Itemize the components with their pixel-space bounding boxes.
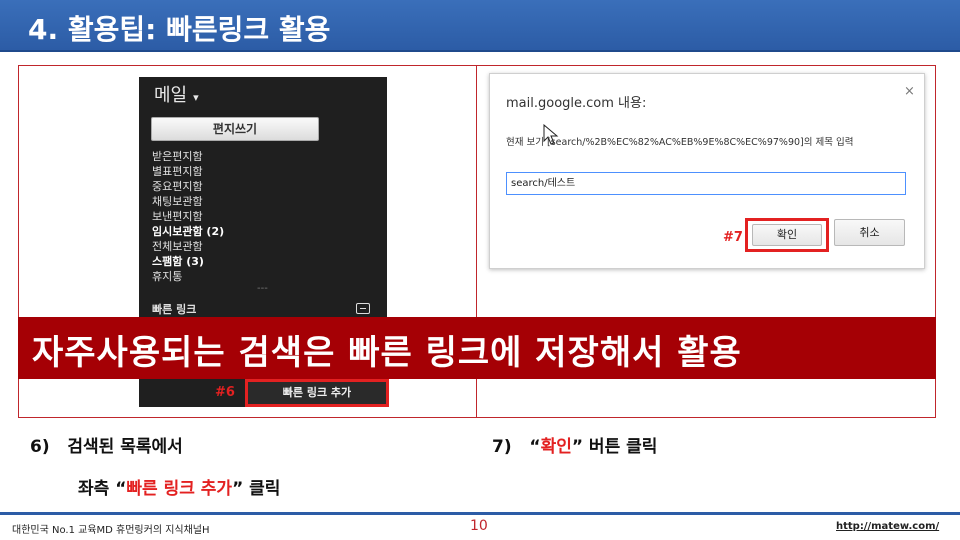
quick-links-label: 빠른 링크 bbox=[152, 303, 197, 316]
ok-button[interactable]: 확인 bbox=[752, 224, 822, 246]
folder-item[interactable]: 전체보관함 bbox=[152, 239, 224, 254]
folder-item[interactable]: 임시보관함 (2) bbox=[152, 224, 224, 239]
step6-suffix: ” 클릭 bbox=[232, 479, 281, 499]
chevron-down-icon: ▾ bbox=[193, 91, 199, 104]
title-input[interactable]: search/테스트 bbox=[506, 172, 906, 195]
add-quick-link-button[interactable]: 빠른 링크 추가 bbox=[245, 379, 389, 407]
collapse-icon[interactable] bbox=[356, 303, 370, 314]
folder-item[interactable]: 받은편지함 bbox=[152, 149, 224, 164]
close-icon[interactable]: × bbox=[904, 84, 915, 99]
step6-caption-line2: 좌측 “빠른 링크 추가” 클릭 bbox=[78, 474, 280, 499]
mail-label: 메일 bbox=[154, 85, 188, 106]
step7-caption: 7) “확인” 버튼 클릭 bbox=[492, 432, 657, 457]
slide-title: 4. 활용팁: 빠른링크 활용 bbox=[28, 13, 331, 46]
sidebar-separator: --- bbox=[257, 283, 268, 294]
mail-menu[interactable]: 메일 ▾ bbox=[154, 81, 199, 107]
folder-item[interactable]: 스팸함 (3) bbox=[152, 254, 224, 269]
step6-text: 검색된 목록에서 bbox=[67, 437, 183, 457]
banner-text: 자주사용되는 검색은 빠른 링크에 저장해서 활용 bbox=[32, 333, 742, 373]
step6-number: 6) bbox=[30, 437, 50, 457]
folder-item[interactable]: 보낸편지함 bbox=[152, 209, 224, 224]
banner: 자주사용되는 검색은 빠른 링크에 저장해서 활용 bbox=[18, 317, 936, 379]
step6-tag: #6 bbox=[215, 385, 235, 400]
footer-divider bbox=[0, 512, 960, 515]
confirm-dialog: mail.google.com 내용: × 현재 보기 [search/%2B%… bbox=[489, 73, 925, 269]
page-number: 10 bbox=[470, 518, 488, 534]
ok-button-highlight: 확인 bbox=[745, 218, 829, 252]
step6-caption-line1: 6) 검색된 목록에서 bbox=[30, 432, 183, 457]
folder-item[interactable]: 채팅보관함 bbox=[152, 194, 224, 209]
step6-prefix: 좌측 “ bbox=[78, 479, 127, 499]
step7-tag: #7 bbox=[723, 230, 743, 245]
folder-item[interactable]: 중요편지함 bbox=[152, 179, 224, 194]
cancel-button[interactable]: 취소 bbox=[834, 219, 905, 246]
step6-highlight: 빠른 링크 추가 bbox=[126, 479, 233, 499]
slide-title-bar: 4. 활용팁: 빠른링크 활용 bbox=[0, 0, 960, 52]
step7-prefix: “ bbox=[529, 437, 541, 457]
step7-suffix: ” 버튼 클릭 bbox=[571, 437, 658, 457]
folder-item[interactable]: 별표편지함 bbox=[152, 164, 224, 179]
step7-number: 7) bbox=[492, 437, 512, 457]
dialog-message: 현재 보기 [search/%2B%EC%82%AC%EB%9E%8C%EC%9… bbox=[506, 137, 854, 148]
footer-url-link[interactable]: http://matew.com/ bbox=[836, 521, 939, 532]
compose-button[interactable]: 편지쓰기 bbox=[151, 117, 319, 141]
folder-list: 받은편지함 별표편지함 중요편지함 채팅보관함 보낸편지함 임시보관함 (2) 전체보관함 스… bbox=[152, 149, 224, 284]
footer-channel-text: 대한민국 No.1 교육MD 휴먼링커의 지식채널H bbox=[12, 525, 210, 536]
folder-item[interactable]: 휴지통 bbox=[152, 269, 224, 284]
step7-highlight: 확인 bbox=[540, 437, 572, 457]
dialog-title: mail.google.com 내용: bbox=[506, 96, 647, 111]
